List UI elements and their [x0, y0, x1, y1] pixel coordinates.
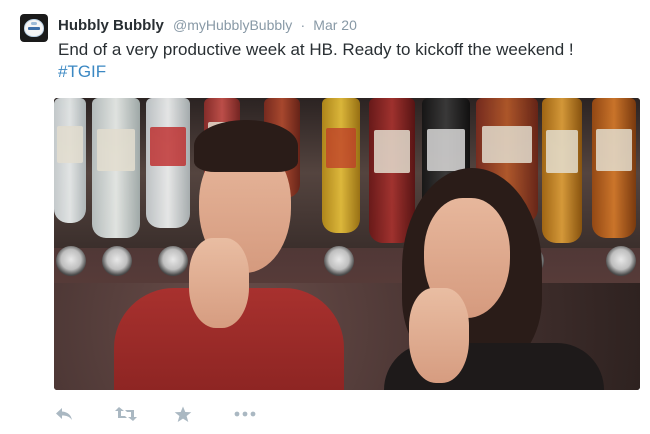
- author-handle[interactable]: @myHubblyBubbly: [173, 17, 292, 33]
- man-hair: [194, 120, 298, 172]
- woman-figure: [354, 98, 614, 390]
- retweet-icon: [114, 406, 138, 422]
- optic-dispenser: [56, 246, 86, 276]
- reply-button[interactable]: [54, 402, 114, 426]
- header-separator: ·: [300, 17, 306, 33]
- favorite-icon: [174, 406, 192, 423]
- retweet-button[interactable]: [114, 402, 174, 426]
- woman-hand: [409, 288, 469, 383]
- author-name[interactable]: Hubbly Bubbly: [58, 17, 164, 34]
- tweet-actions: [54, 402, 294, 426]
- tweet-text: End of a very productive week at HB. Rea…: [58, 39, 638, 83]
- man-figure: [94, 98, 354, 390]
- hubbly-bubbly-logo-icon: [24, 19, 44, 37]
- bottle: [54, 98, 86, 223]
- reply-icon: [54, 406, 74, 422]
- man-hand: [189, 238, 249, 328]
- hashtag-link[interactable]: #TGIF: [58, 61, 638, 83]
- author-avatar[interactable]: [20, 14, 48, 42]
- tweet-photo[interactable]: [54, 98, 640, 390]
- tweet-body: End of a very productive week at HB. Rea…: [58, 40, 574, 59]
- tweet-date[interactable]: Mar 20: [313, 17, 357, 33]
- tweet-card: Hubbly Bubbly @myHubblyBubbly · Mar 20 E…: [0, 0, 650, 434]
- tweet-header: Hubbly Bubbly @myHubblyBubbly · Mar 20: [58, 15, 357, 35]
- more-button[interactable]: [234, 402, 294, 426]
- more-icon: [234, 411, 256, 417]
- favorite-button[interactable]: [174, 402, 234, 426]
